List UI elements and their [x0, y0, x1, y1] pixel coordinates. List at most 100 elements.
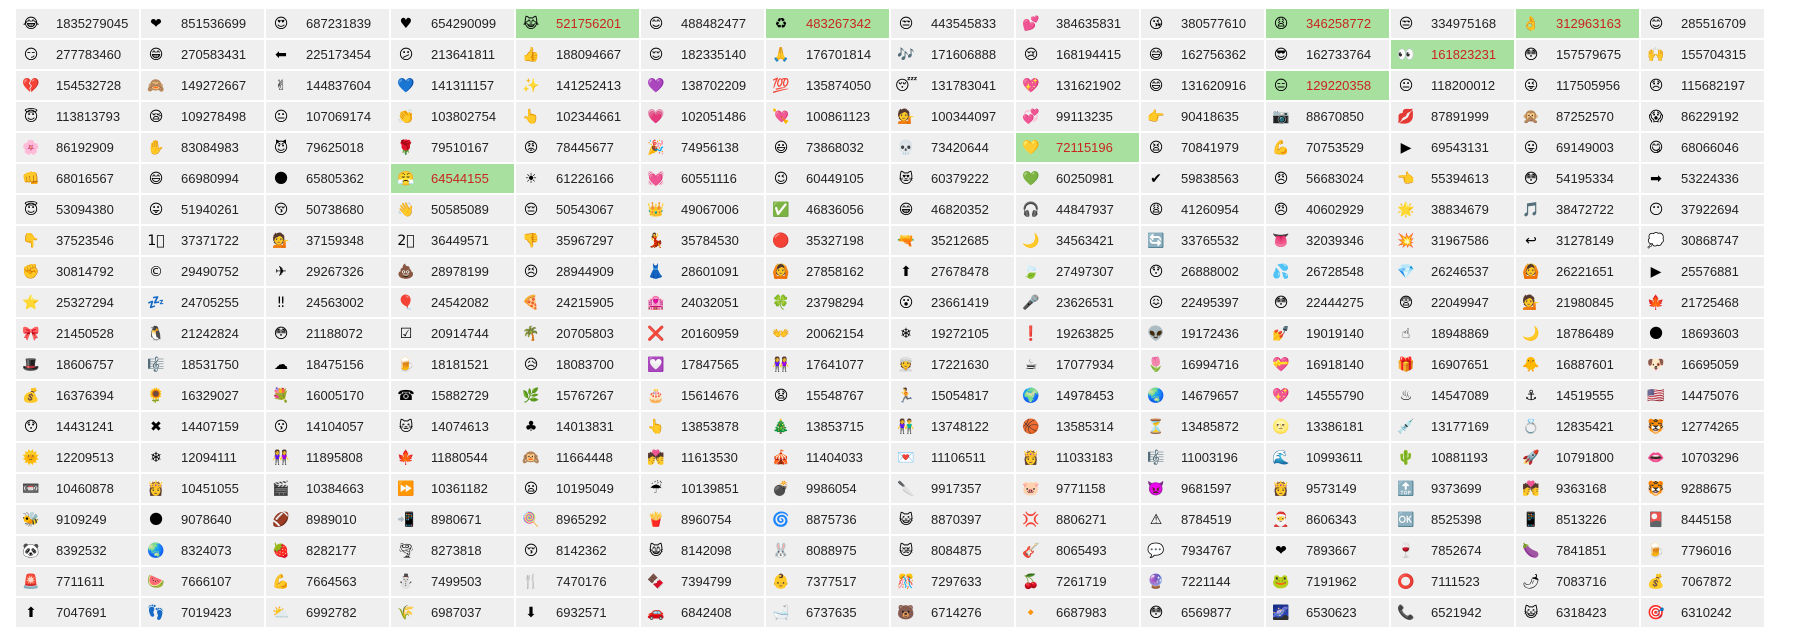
emoji-cell[interactable]: 😛 69149003 — [1515, 132, 1640, 163]
emoji-cell[interactable]: 🐝 9109249 — [15, 504, 140, 535]
emoji-cell[interactable]: 👀 161823231 — [1390, 39, 1515, 70]
emoji-cell[interactable]: ⬆ 7047691 — [15, 597, 140, 628]
emoji-cell[interactable]: 😯 14431241 — [15, 411, 140, 442]
emoji-cell[interactable]: ❗ 19263825 — [1015, 318, 1140, 349]
emoji-cell[interactable]: 😁 46820352 — [890, 194, 1015, 225]
emoji-cell[interactable]: 😊 285516709 — [1640, 8, 1765, 39]
emoji-cell[interactable]: 👿 9681597 — [1140, 473, 1265, 504]
emoji-cell[interactable]: 😣 28944909 — [515, 256, 640, 287]
emoji-cell[interactable]: 🎀 21450528 — [15, 318, 140, 349]
emoji-cell[interactable]: ❤ 851536699 — [140, 8, 265, 39]
emoji-cell[interactable]: 😘 380577610 — [1140, 8, 1265, 39]
emoji-cell[interactable]: 🎼 18531750 — [140, 349, 265, 380]
emoji-cell[interactable]: 🌀 8875736 — [765, 504, 890, 535]
emoji-cell[interactable]: 🌸 86192909 — [15, 132, 140, 163]
emoji-cell[interactable]: 🔄 33765532 — [1140, 225, 1265, 256]
emoji-cell[interactable]: 👏 103802754 — [390, 101, 515, 132]
emoji-cell[interactable]: 🌑 65805362 — [265, 163, 390, 194]
emoji-cell[interactable]: 💖 14555790 — [1265, 380, 1390, 411]
emoji-cell[interactable]: 💭 30868747 — [1640, 225, 1765, 256]
emoji-cell[interactable]: 💁 21980845 — [1515, 287, 1640, 318]
emoji-cell[interactable]: 😔 50543067 — [515, 194, 640, 225]
emoji-cell[interactable]: 😦 10195049 — [515, 473, 640, 504]
emoji-cell[interactable]: 😏 277783460 — [15, 39, 140, 70]
emoji-cell[interactable]: 😚 8142362 — [515, 535, 640, 566]
emoji-cell[interactable]: ☀ 61226166 — [515, 163, 640, 194]
emoji-cell[interactable]: ⬇ 6932571 — [515, 597, 640, 628]
emoji-cell[interactable]: 🌹 79510167 — [390, 132, 515, 163]
emoji-cell[interactable]: 💎 26246537 — [1390, 256, 1515, 287]
emoji-cell[interactable]: 👐 20062154 — [765, 318, 890, 349]
emoji-cell[interactable]: ⚠ 8784519 — [1140, 504, 1265, 535]
emoji-cell[interactable]: 🔴 35327198 — [765, 225, 890, 256]
emoji-cell[interactable]: 💏 9363168 — [1515, 473, 1640, 504]
emoji-cell[interactable]: 😈 79625018 — [265, 132, 390, 163]
emoji-cell[interactable]: 🌍 14978453 — [1015, 380, 1140, 411]
emoji-cell[interactable]: 🐯 12774265 — [1640, 411, 1765, 442]
emoji-cell[interactable]: 🌙 18786489 — [1515, 318, 1640, 349]
emoji-cell[interactable]: © 29490752 — [140, 256, 265, 287]
emoji-cell[interactable]: ▶ 69543131 — [1390, 132, 1515, 163]
emoji-cell[interactable]: 🎬 10384663 — [265, 473, 390, 504]
emoji-cell[interactable]: ☎ 15882729 — [390, 380, 515, 411]
emoji-cell[interactable]: 💐 16005170 — [265, 380, 390, 411]
emoji-cell[interactable]: 😿 8084875 — [890, 535, 1015, 566]
emoji-cell[interactable]: 👭 17641077 — [765, 349, 890, 380]
emoji-cell[interactable]: 😍 687231839 — [265, 8, 390, 39]
emoji-cell[interactable]: 😊 488482477 — [640, 8, 765, 39]
emoji-cell[interactable]: 🌏 8324073 — [140, 535, 265, 566]
emoji-cell[interactable]: 🌪 8273818 — [390, 535, 515, 566]
emoji-cell[interactable]: 🐸 7191962 — [1265, 566, 1390, 597]
emoji-cell[interactable]: 🌵 10881193 — [1390, 442, 1515, 473]
emoji-cell[interactable]: ✨ 141252413 — [515, 70, 640, 101]
emoji-cell[interactable]: 🐷 9771158 — [1015, 473, 1140, 504]
emoji-cell[interactable]: 👶 7377517 — [765, 566, 890, 597]
emoji-cell[interactable]: 🍒 7261719 — [1015, 566, 1140, 597]
emoji-cell[interactable]: ☁ 18475156 — [265, 349, 390, 380]
emoji-cell[interactable]: 💔 154532728 — [15, 70, 140, 101]
emoji-cell[interactable]: 🍺 18181521 — [390, 349, 515, 380]
emoji-cell[interactable]: 🍆 7841851 — [1515, 535, 1640, 566]
emoji-cell[interactable]: 🚀 10791800 — [1515, 442, 1640, 473]
emoji-cell[interactable]: 👑 49067006 — [640, 194, 765, 225]
emoji-cell[interactable]: 😌 182335140 — [640, 39, 765, 70]
emoji-cell[interactable]: 🔸 6687983 — [1015, 597, 1140, 628]
emoji-cell[interactable]: 💬 7934767 — [1140, 535, 1265, 566]
emoji-cell[interactable]: 🙌 155704315 — [1640, 39, 1765, 70]
emoji-cell[interactable]: 🔪 9917357 — [890, 473, 1015, 504]
emoji-cell[interactable]: 😨 22049947 — [1390, 287, 1515, 318]
emoji-cell[interactable]: 🌌 6530623 — [1265, 597, 1390, 628]
emoji-cell[interactable]: 💗 102051486 — [640, 101, 765, 132]
emoji-cell[interactable]: 🐯 9288675 — [1640, 473, 1765, 504]
emoji-cell[interactable]: 🌶 7083716 — [1515, 566, 1640, 597]
emoji-cell[interactable]: 🎁 16907651 — [1390, 349, 1515, 380]
emoji-cell[interactable]: 😚 50738680 — [265, 194, 390, 225]
emoji-cell[interactable]: ✈ 29267326 — [265, 256, 390, 287]
emoji-cell[interactable]: 🎈 24542082 — [390, 287, 515, 318]
emoji-cell[interactable]: ⏩ 10361182 — [390, 473, 515, 504]
emoji-cell[interactable]: 😄 131620916 — [1140, 70, 1265, 101]
emoji-cell[interactable]: ✖ 14407159 — [140, 411, 265, 442]
emoji-cell[interactable]: 💩 28978199 — [390, 256, 515, 287]
emoji-cell[interactable]: 👸 9573149 — [1265, 473, 1390, 504]
emoji-cell[interactable]: 🍃 27497307 — [1015, 256, 1140, 287]
emoji-cell[interactable]: 💤 24705255 — [140, 287, 265, 318]
emoji-cell[interactable]: 😒 443545833 — [890, 8, 1015, 39]
emoji-cell[interactable]: 🌷 16994716 — [1140, 349, 1265, 380]
emoji-cell[interactable]: 🌝 13386181 — [1265, 411, 1390, 442]
emoji-cell[interactable]: 2⃣ 36449571 — [390, 225, 515, 256]
emoji-cell[interactable]: 🎵 38472722 — [1515, 194, 1640, 225]
emoji-cell[interactable]: 💏 11613530 — [640, 442, 765, 473]
emoji-cell[interactable]: 😜 117505956 — [1515, 70, 1640, 101]
emoji-cell[interactable]: 👊 68016567 — [15, 163, 140, 194]
emoji-cell[interactable]: 😯 26888002 — [1140, 256, 1265, 287]
emoji-cell[interactable]: ✔ 59838563 — [1140, 163, 1265, 194]
emoji-cell[interactable]: 💥 31967586 — [1390, 225, 1515, 256]
emoji-cell[interactable]: 😇 53094380 — [15, 194, 140, 225]
emoji-cell[interactable]: 💣 9986054 — [765, 473, 890, 504]
emoji-cell[interactable]: 🎪 11404033 — [765, 442, 890, 473]
emoji-cell[interactable]: 😛 51940261 — [140, 194, 265, 225]
emoji-cell[interactable]: 🌿 15767267 — [515, 380, 640, 411]
emoji-cell[interactable]: 😳 21188072 — [265, 318, 390, 349]
emoji-cell[interactable]: 😱 86229192 — [1640, 101, 1765, 132]
